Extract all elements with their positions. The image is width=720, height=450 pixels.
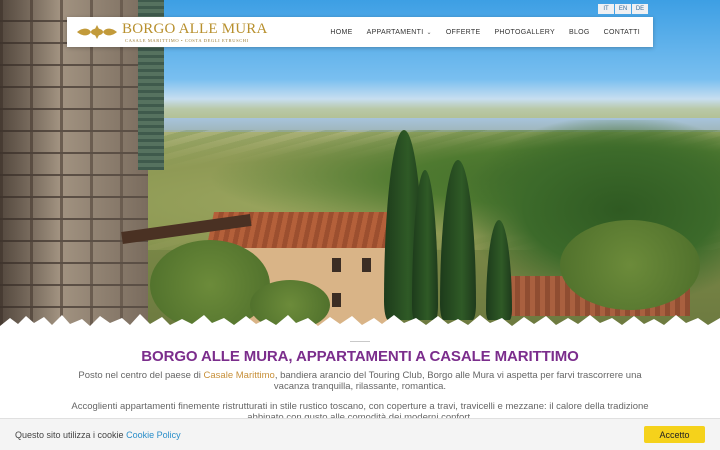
- nav-item-home[interactable]: HOME: [323, 29, 359, 36]
- section-divider: [350, 341, 370, 342]
- nav-item-appartamenti[interactable]: APPARTAMENTI ⌄: [360, 29, 439, 36]
- hero-wall-shadow: [0, 0, 60, 330]
- nav-item-photogallery[interactable]: PHOTOGALLERY: [487, 29, 562, 36]
- intro-text: , bandiera arancio del Touring Club, Bor…: [273, 370, 642, 392]
- nav-label: APPARTAMENTI: [366, 28, 424, 36]
- nav-label: PHOTOGALLERY: [494, 28, 555, 36]
- nav-item-contatti[interactable]: CONTATTI: [597, 29, 647, 36]
- nav-item-blog[interactable]: BLOG: [562, 29, 597, 36]
- sun-ornament-icon: [77, 25, 117, 39]
- logo-name: BORGO ALLE MURA: [122, 21, 268, 37]
- language-switcher: IT EN DE: [597, 4, 648, 14]
- intro-text: Posto nel centro del paese di: [78, 370, 204, 381]
- cookie-banner: Questo sito utilizza i cookie Cookie Pol…: [0, 418, 720, 450]
- nav-label: BLOG: [568, 28, 590, 36]
- hero-tree: [560, 220, 700, 310]
- page-title: BORGO ALLE MURA, APPARTAMENTI A CASALE M…: [141, 348, 579, 365]
- lang-de-button[interactable]: DE: [632, 4, 648, 14]
- lang-en-button[interactable]: EN: [615, 4, 631, 14]
- cookie-policy-link[interactable]: Cookie Policy: [126, 430, 181, 440]
- chevron-down-icon: ⌄: [426, 29, 432, 36]
- cookie-text: Questo sito utilizza i cookie: [15, 430, 124, 440]
- header-bar: BORGO ALLE MURA CASALE MARITTIMO • COSTA…: [67, 17, 653, 47]
- accept-cookies-button[interactable]: Accetto: [644, 426, 705, 443]
- nav-item-offerte[interactable]: OFFERTE: [439, 29, 488, 36]
- nav-label: OFFERTE: [445, 28, 481, 36]
- lang-it-button[interactable]: IT: [598, 4, 614, 14]
- main-nav: HOME APPARTAMENTI ⌄ OFFERTE PHOTOGALLERY …: [323, 17, 647, 47]
- nav-label: CONTATTI: [603, 28, 640, 36]
- cookie-message: Questo sito utilizza i cookie Cookie Pol…: [15, 430, 181, 440]
- casale-marittimo-link[interactable]: Casale Marittimo: [204, 370, 275, 381]
- logo-tagline: CASALE MARITTIMO • COSTA DEGLI ETRUSCHI: [125, 38, 249, 43]
- intro-paragraph: Posto nel centro del paese di Casale Mar…: [70, 370, 650, 392]
- site-logo[interactable]: BORGO ALLE MURA CASALE MARITTIMO • COSTA…: [75, 20, 267, 44]
- nav-label: HOME: [330, 28, 353, 36]
- hero-image: [0, 0, 720, 330]
- hero-torn-edge: [0, 314, 720, 330]
